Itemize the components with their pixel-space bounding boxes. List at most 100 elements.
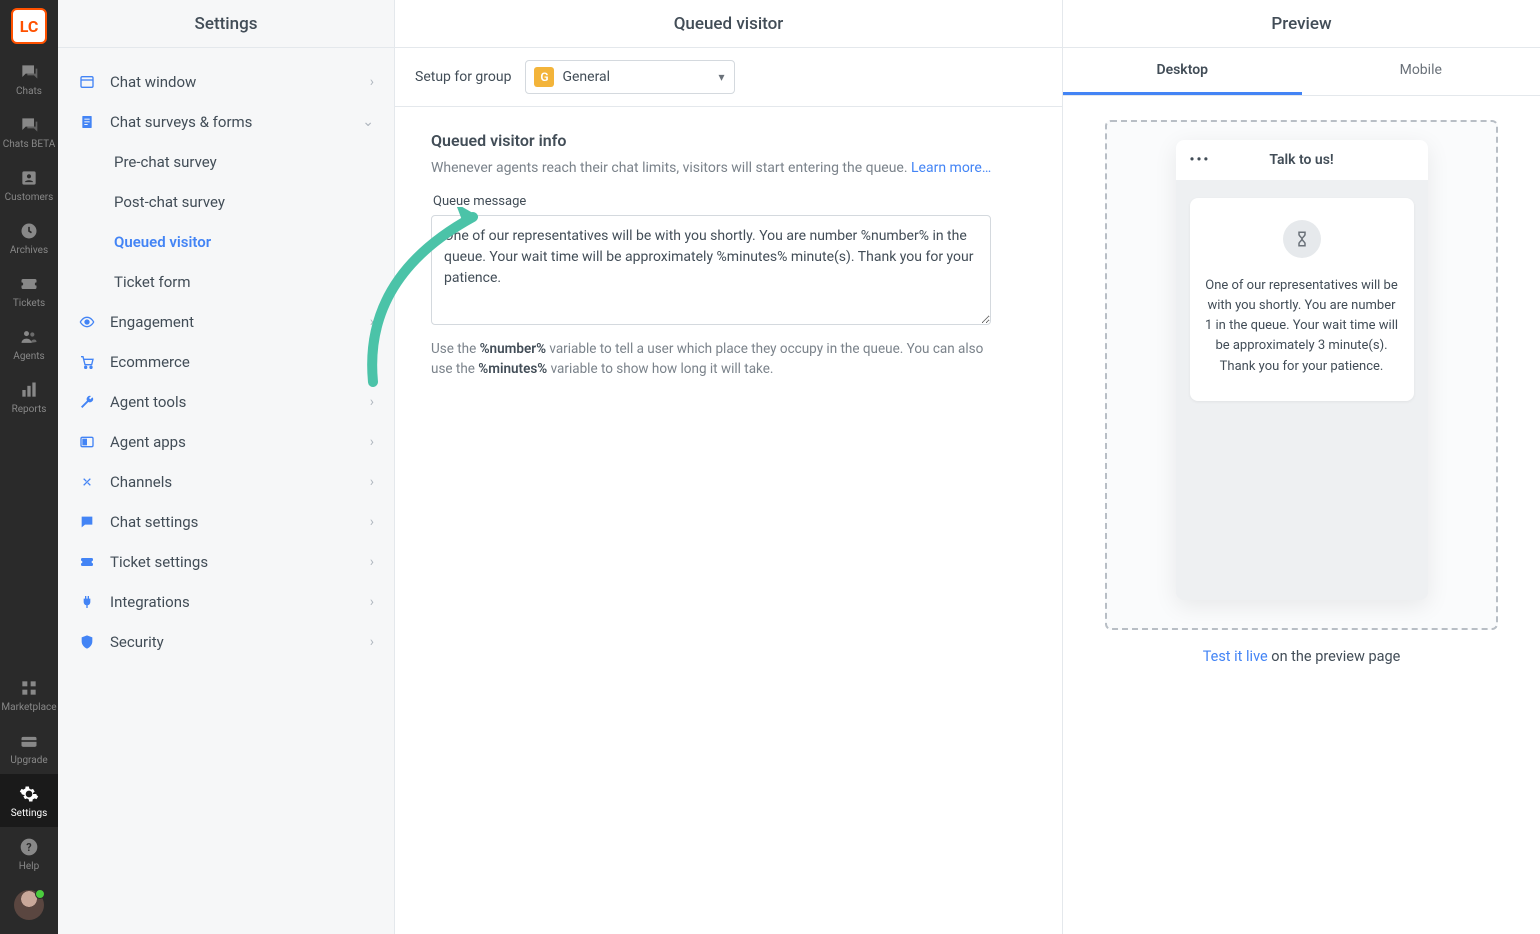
sidebar-item-chat-settings[interactable]: Chat settings › [58, 502, 394, 542]
rail-label: Agents [13, 351, 44, 362]
sidebar-item-integrations[interactable]: Integrations › [58, 582, 394, 622]
section-title: Queued visitor info [431, 131, 1026, 150]
user-avatar[interactable] [14, 890, 44, 920]
learn-more-link[interactable]: Learn more… [911, 160, 991, 176]
field-label: Queue message [431, 194, 1026, 209]
sidebar-sub-ticket-form[interactable]: Ticket form [58, 262, 394, 302]
sidebar-sub-queued-visitor[interactable]: Queued visitor [58, 222, 394, 262]
rail-item-chats-beta[interactable]: Chats BETA [0, 105, 58, 158]
sidebar-item-chat-window[interactable]: Chat window › [58, 62, 394, 102]
rail-item-upgrade[interactable]: Upgrade [0, 721, 58, 774]
queue-card: One of our representatives will be with … [1190, 198, 1414, 401]
chat-bubble-icon [78, 513, 96, 531]
eye-icon [78, 313, 96, 331]
setup-label: Setup for group [415, 69, 511, 85]
rail-label: Chats BETA [3, 139, 56, 150]
rail-item-marketplace[interactable]: Marketplace [0, 668, 58, 721]
wrench-icon [78, 393, 96, 411]
nav-rail: LC Chats Chats BETA Customers Archives T… [0, 0, 58, 934]
ticket-icon [78, 553, 96, 571]
sidebar-item-label: Integrations [110, 593, 190, 611]
rail-label: Archives [10, 245, 48, 256]
chevron-right-icon: › [370, 394, 374, 410]
sidebar-item-agent-tools[interactable]: Agent tools › [58, 382, 394, 422]
sidebar-item-label: Engagement [110, 313, 194, 331]
group-name: General [562, 69, 610, 85]
chevron-right-icon: › [370, 434, 374, 450]
sidebar-item-label: Chat settings [110, 513, 198, 531]
sidebar-item-chat-surveys[interactable]: Chat surveys & forms ⌄ [58, 102, 394, 142]
preview-title: Preview [1063, 0, 1540, 48]
marketplace-icon [19, 678, 39, 698]
window-icon [78, 73, 96, 91]
rail-item-archives[interactable]: Archives [0, 211, 58, 264]
reports-icon [19, 380, 39, 400]
cart-icon [78, 353, 96, 371]
sidebar-sub-post-chat[interactable]: Post-chat survey [58, 182, 394, 222]
group-select[interactable]: G General [525, 60, 735, 94]
sidebar-sub-pre-chat[interactable]: Pre-chat survey [58, 142, 394, 182]
customers-icon [19, 168, 39, 188]
sidebar-item-engagement[interactable]: Engagement › [58, 302, 394, 342]
tab-mobile[interactable]: Mobile [1302, 48, 1540, 95]
rail-label: Tickets [13, 298, 45, 309]
preview-frame: ••• Talk to us! One of our representativ… [1105, 120, 1498, 630]
rail-label: Marketplace [1, 702, 56, 713]
sidebar-item-ticket-settings[interactable]: Ticket settings › [58, 542, 394, 582]
sidebar-item-label: Ecommerce [110, 353, 190, 371]
rail-label: Reports [12, 404, 47, 415]
chevron-right-icon: › [370, 634, 374, 650]
sidebar-item-label: Agent apps [110, 433, 186, 451]
sidebar-item-label: Chat window [110, 73, 196, 91]
more-icon[interactable]: ••• [1190, 152, 1211, 168]
chevron-right-icon: › [370, 514, 374, 530]
settings-title: Settings [58, 0, 394, 48]
sidebar-item-label: Channels [110, 473, 172, 491]
queue-message-textarea[interactable] [431, 215, 991, 325]
chat-beta-icon [19, 115, 39, 135]
sidebar-item-label: Chat surveys & forms [110, 113, 252, 131]
hint-text: Use the %number% variable to tell a user… [431, 339, 991, 380]
rail-item-settings[interactable]: Settings [0, 774, 58, 827]
rail-item-chats[interactable]: Chats [0, 52, 58, 105]
setup-row: Setup for group G General [395, 48, 1062, 107]
agents-icon [19, 327, 39, 347]
chevron-right-icon: › [370, 74, 374, 90]
sidebar-item-security[interactable]: Security › [58, 622, 394, 662]
app-logo: LC [11, 8, 47, 44]
chat-icon [19, 62, 39, 82]
upgrade-icon [19, 731, 39, 751]
rail-item-customers[interactable]: Customers [0, 158, 58, 211]
rail-item-reports[interactable]: Reports [0, 370, 58, 423]
apps-icon [78, 433, 96, 451]
page-title: Queued visitor [395, 0, 1062, 48]
chat-widget: ••• Talk to us! One of our representativ… [1176, 140, 1428, 600]
preview-footer: Test it live on the preview page [1105, 630, 1498, 665]
sidebar-item-ecommerce[interactable]: Ecommerce › [58, 342, 394, 382]
test-live-link[interactable]: Test it live [1203, 648, 1268, 665]
chat-widget-header: ••• Talk to us! [1176, 140, 1428, 180]
sidebar-item-label: Agent tools [110, 393, 186, 411]
rail-item-help[interactable]: ? Help [0, 827, 58, 880]
rail-label: Upgrade [10, 755, 47, 766]
rail-label: Help [19, 861, 39, 872]
chevron-right-icon: › [370, 354, 374, 370]
preview-tabs: Desktop Mobile [1063, 48, 1540, 96]
hourglass-icon [1283, 220, 1321, 258]
chevron-right-icon: › [370, 314, 374, 330]
group-badge: G [534, 67, 554, 87]
sidebar-item-agent-apps[interactable]: Agent apps › [58, 422, 394, 462]
tab-desktop[interactable]: Desktop [1063, 48, 1302, 95]
archives-icon [19, 221, 39, 241]
form-icon [78, 113, 96, 131]
channels-icon [78, 473, 96, 491]
queue-message-preview: One of our representatives will be with … [1204, 276, 1400, 377]
sidebar-item-label: Ticket settings [110, 553, 208, 571]
rail-item-tickets[interactable]: Tickets [0, 264, 58, 317]
svg-text:?: ? [26, 841, 31, 854]
rail-item-agents[interactable]: Agents [0, 317, 58, 370]
main-panel: Queued visitor Setup for group G General… [395, 0, 1063, 934]
chevron-right-icon: › [370, 474, 374, 490]
sidebar-item-channels[interactable]: Channels › [58, 462, 394, 502]
gear-icon [19, 784, 39, 804]
